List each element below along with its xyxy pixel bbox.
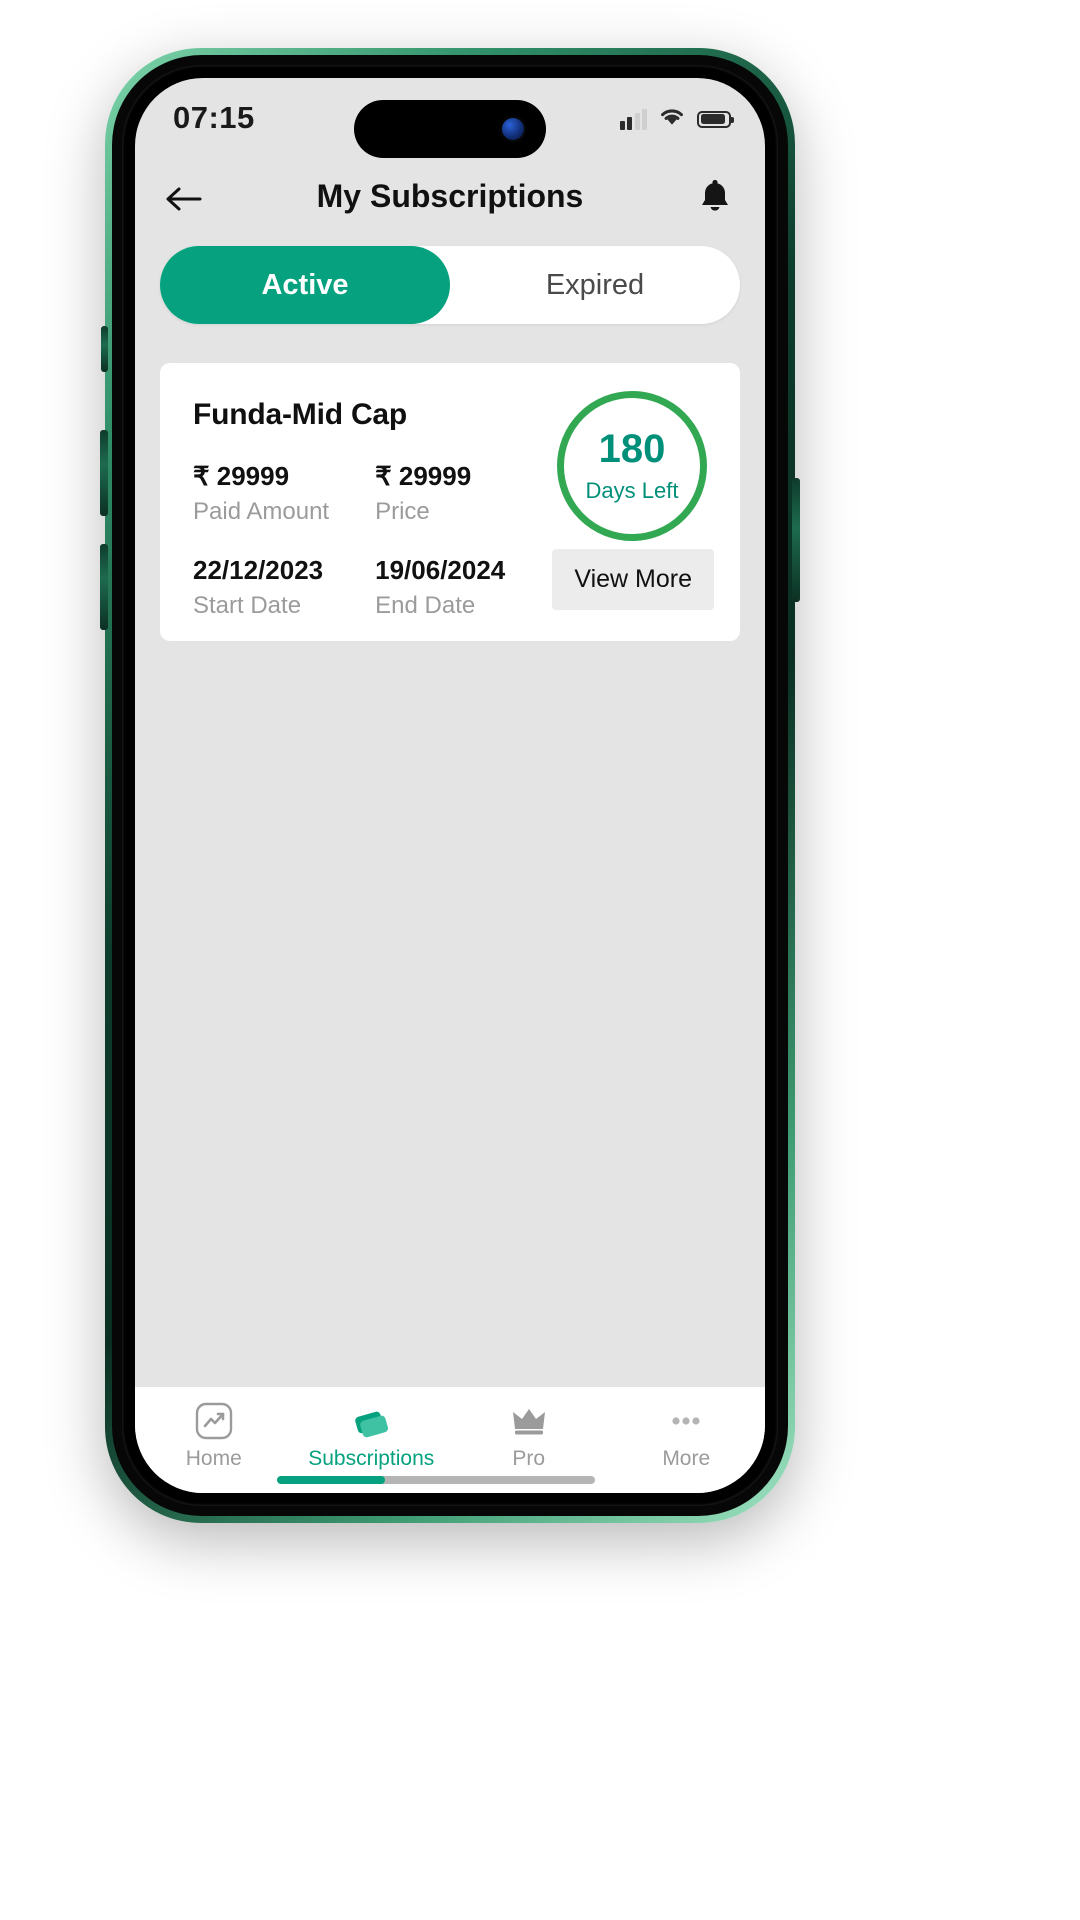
end-date-label: End Date <box>375 592 476 619</box>
nav-item-home[interactable]: Home <box>135 1387 293 1493</box>
cards-stack-icon <box>351 1401 391 1441</box>
battery-fill <box>700 114 725 124</box>
paid-amount-value: ₹ 29999 <box>193 461 290 491</box>
status-bar: 07:15 <box>135 78 765 162</box>
date-row: 22/12/2023 Start Date 19/06/2024 End Dat… <box>193 555 505 620</box>
front-camera-icon <box>502 118 524 140</box>
subscription-title: Funda-Mid Cap <box>193 398 408 431</box>
phone-screen: 07:15 My Subscriptions Active Expired Fu… <box>135 78 765 1493</box>
bell-icon[interactable] <box>693 174 737 222</box>
power-button[interactable] <box>792 478 800 602</box>
paid-amount-group: ₹ 29999 Paid Amount <box>193 461 329 526</box>
price-value: ₹ 29999 <box>375 461 472 491</box>
end-date-value: 19/06/2024 <box>375 555 506 585</box>
nav-label-pro: Pro <box>512 1447 546 1470</box>
battery-icon <box>697 110 734 128</box>
tab-active[interactable]: Active <box>160 246 450 324</box>
nav-item-more[interactable]: More <box>608 1387 766 1493</box>
days-left-ring: 180 Days Left <box>557 391 707 541</box>
price-group: ₹ 29999 Price <box>375 461 471 526</box>
crown-icon <box>509 1401 549 1441</box>
status-bar-indicators <box>619 106 734 132</box>
phone-frame: 07:15 My Subscriptions Active Expired Fu… <box>100 48 800 1523</box>
subscription-card[interactable]: Funda-Mid Cap ₹ 29999 Paid Amount ₹ 2999… <box>160 363 740 641</box>
nav-label-subscriptions: Subscriptions <box>308 1447 435 1470</box>
status-bar-time: 07:15 <box>173 100 255 135</box>
home-indicator-accent <box>277 1476 385 1484</box>
nav-label-home: Home <box>185 1447 242 1470</box>
page-title: My Subscriptions <box>316 178 584 214</box>
wifi-icon <box>658 106 686 132</box>
silent-switch[interactable] <box>101 326 108 372</box>
subscription-status-tabs: Active Expired <box>160 246 740 324</box>
cellular-signal-icon <box>619 108 647 130</box>
paid-amount-label: Paid Amount <box>193 498 330 525</box>
dynamic-island <box>354 100 546 158</box>
days-left-label: Days Left <box>585 477 679 503</box>
trending-chart-icon <box>194 1401 234 1441</box>
nav-label-more: More <box>662 1447 711 1470</box>
three-dots-icon <box>666 1401 706 1441</box>
bottom-navigation-bar: Home Subscriptions Pro More <box>135 1387 765 1493</box>
amount-row: ₹ 29999 Paid Amount ₹ 29999 Price <box>193 461 471 526</box>
start-date-label: Start Date <box>193 592 302 619</box>
days-left-number: 180 <box>598 426 666 471</box>
view-more-button[interactable]: View More <box>552 549 714 610</box>
price-label: Price <box>375 498 430 525</box>
volume-down-button[interactable] <box>100 544 108 630</box>
end-date-group: 19/06/2024 End Date <box>375 555 505 620</box>
tab-expired[interactable]: Expired <box>450 246 740 324</box>
app-bar: My Subscriptions <box>135 162 765 238</box>
start-date-value: 22/12/2023 <box>193 555 324 585</box>
start-date-group: 22/12/2023 Start Date <box>193 555 323 620</box>
volume-up-button[interactable] <box>100 430 108 516</box>
